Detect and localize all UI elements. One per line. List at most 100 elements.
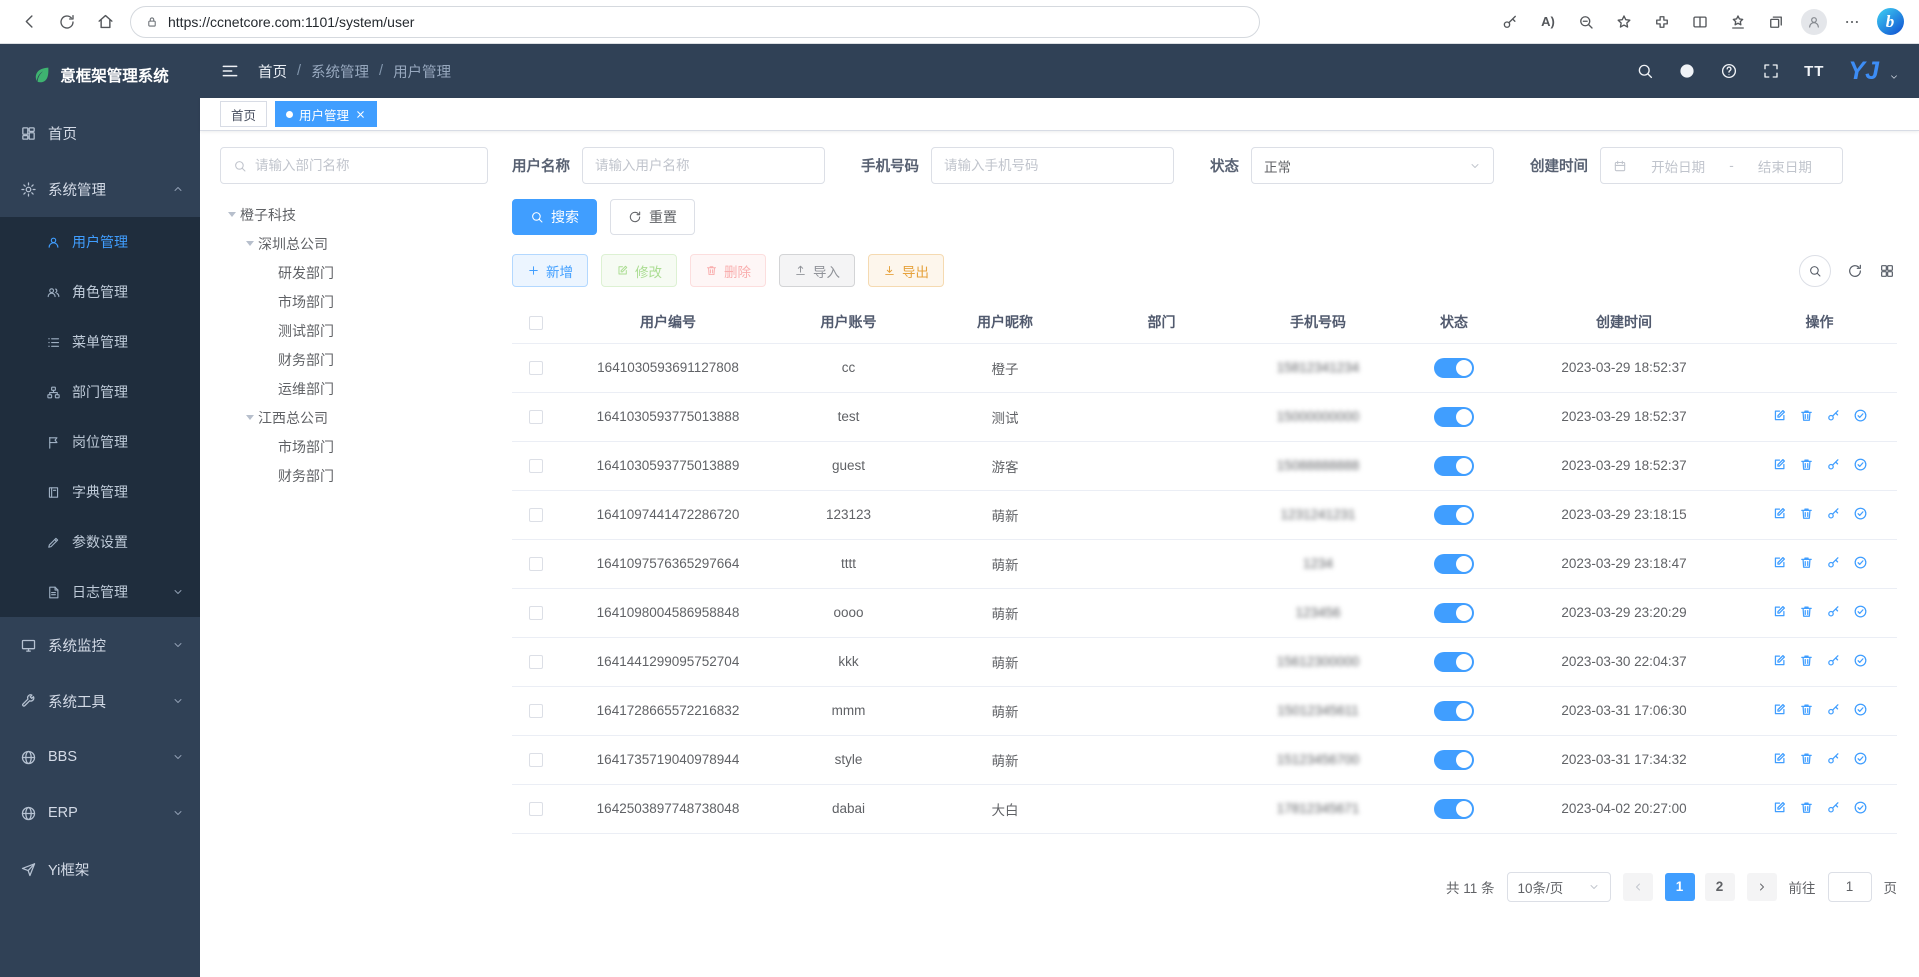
profile-avatar[interactable] xyxy=(1795,3,1833,41)
assign-role-icon[interactable] xyxy=(1853,457,1868,472)
export-button[interactable]: 导出 xyxy=(868,254,944,287)
tree-node[interactable]: 深圳总公司 xyxy=(220,229,488,258)
sidebar-item-post-management[interactable]: 岗位管理 xyxy=(0,417,200,467)
sidebar-toggle-icon[interactable] xyxy=(220,61,240,81)
user-avatar-logo[interactable]: YJ xyxy=(1848,59,1879,84)
row-checkbox[interactable] xyxy=(529,459,543,473)
app-logo[interactable]: 意框架管理系统 xyxy=(0,44,200,105)
edit-user-icon[interactable] xyxy=(1772,702,1787,717)
row-checkbox[interactable] xyxy=(529,753,543,767)
assign-role-icon[interactable] xyxy=(1853,702,1868,717)
username-input[interactable] xyxy=(595,158,812,173)
date-range-picker[interactable]: 开始日期 - 结束日期 xyxy=(1600,147,1843,184)
page-size-select[interactable]: 10条/页 xyxy=(1507,872,1611,902)
prev-page-button[interactable] xyxy=(1623,873,1653,901)
row-checkbox[interactable] xyxy=(529,410,543,424)
status-toggle[interactable] xyxy=(1434,701,1474,721)
browser-menu-icon[interactable] xyxy=(1833,3,1871,41)
sidebar-item-menu-management[interactable]: 菜单管理 xyxy=(0,317,200,367)
sidebar-item-yi-framework[interactable]: Yi框架 xyxy=(0,841,200,897)
close-tab-icon[interactable] xyxy=(355,109,366,120)
edit-user-icon[interactable] xyxy=(1772,457,1787,472)
dept-search-input[interactable] xyxy=(255,158,475,173)
select-all-checkbox[interactable] xyxy=(529,316,543,330)
edit-user-icon[interactable] xyxy=(1772,555,1787,570)
edit-user-icon[interactable] xyxy=(1772,800,1787,815)
sidebar-item-system-management[interactable]: 系统管理 xyxy=(0,161,200,217)
sidebar-item-dept-management[interactable]: 部门管理 xyxy=(0,367,200,417)
edit-user-icon[interactable] xyxy=(1772,604,1787,619)
assign-role-icon[interactable] xyxy=(1853,555,1868,570)
row-checkbox[interactable] xyxy=(529,361,543,375)
row-checkbox[interactable] xyxy=(529,606,543,620)
sidebar-item-erp[interactable]: ERP xyxy=(0,785,200,841)
delete-user-icon[interactable] xyxy=(1799,653,1814,668)
delete-user-icon[interactable] xyxy=(1799,408,1814,423)
add-button[interactable]: 新增 xyxy=(512,254,588,287)
reset-password-icon[interactable] xyxy=(1826,506,1841,521)
row-checkbox[interactable] xyxy=(529,557,543,571)
passwords-key-icon[interactable] xyxy=(1491,3,1529,41)
sidebar-item-home[interactable]: 首页 xyxy=(0,105,200,161)
tree-node[interactable]: 运维部门 xyxy=(220,374,488,403)
page-button-1[interactable]: 1 xyxy=(1665,873,1695,901)
zoom-out-icon[interactable] xyxy=(1567,3,1605,41)
tree-node[interactable]: 财务部门 xyxy=(220,345,488,374)
collections-icon[interactable] xyxy=(1757,3,1795,41)
delete-user-icon[interactable] xyxy=(1799,457,1814,472)
import-button[interactable]: 导入 xyxy=(779,254,855,287)
next-page-button[interactable] xyxy=(1747,873,1777,901)
edit-user-icon[interactable] xyxy=(1772,653,1787,668)
status-toggle[interactable] xyxy=(1434,799,1474,819)
fullscreen-icon[interactable] xyxy=(1762,62,1780,80)
status-toggle[interactable] xyxy=(1434,652,1474,672)
toggle-search-button[interactable] xyxy=(1799,255,1831,287)
tree-node[interactable]: 测试部门 xyxy=(220,316,488,345)
read-aloud-icon[interactable]: A) xyxy=(1529,3,1567,41)
edit-user-icon[interactable] xyxy=(1772,506,1787,521)
row-checkbox[interactable] xyxy=(529,802,543,816)
address-bar[interactable]: https://ccnetcore.com:1101/system/user xyxy=(130,6,1260,38)
font-size-icon[interactable]: TT xyxy=(1804,63,1824,80)
assign-role-icon[interactable] xyxy=(1853,653,1868,668)
assign-role-icon[interactable] xyxy=(1853,751,1868,766)
tree-node[interactable]: 市场部门 xyxy=(220,432,488,461)
sidebar-item-bbs[interactable]: BBS xyxy=(0,729,200,785)
breadcrumb-home[interactable]: 首页 xyxy=(258,61,287,82)
split-screen-icon[interactable] xyxy=(1681,3,1719,41)
delete-user-icon[interactable] xyxy=(1799,800,1814,815)
home-button[interactable] xyxy=(86,3,124,41)
sidebar-item-param-settings[interactable]: 参数设置 xyxy=(0,517,200,567)
reset-password-icon[interactable] xyxy=(1826,408,1841,423)
reset-password-icon[interactable] xyxy=(1826,702,1841,717)
edit-user-icon[interactable] xyxy=(1772,408,1787,423)
reset-password-icon[interactable] xyxy=(1826,653,1841,668)
row-checkbox[interactable] xyxy=(529,655,543,669)
sidebar-item-dict-management[interactable]: 字典管理 xyxy=(0,467,200,517)
sidebar-item-log-management[interactable]: 日志管理 xyxy=(0,567,200,617)
favorites-bar-icon[interactable] xyxy=(1719,3,1757,41)
reset-password-icon[interactable] xyxy=(1826,604,1841,619)
edit-button[interactable]: 修改 xyxy=(601,254,677,287)
github-icon[interactable] xyxy=(1678,62,1696,80)
status-toggle[interactable] xyxy=(1434,358,1474,378)
tree-node[interactable]: 研发部门 xyxy=(220,258,488,287)
tree-node[interactable]: 财务部门 xyxy=(220,461,488,490)
status-toggle[interactable] xyxy=(1434,554,1474,574)
delete-user-icon[interactable] xyxy=(1799,555,1814,570)
reset-password-icon[interactable] xyxy=(1826,555,1841,570)
page-button-2[interactable]: 2 xyxy=(1705,873,1735,901)
tree-node[interactable]: 江西总公司 xyxy=(220,403,488,432)
delete-user-icon[interactable] xyxy=(1799,604,1814,619)
search-button[interactable]: 搜索 xyxy=(512,199,597,235)
edit-user-icon[interactable] xyxy=(1772,751,1787,766)
assign-role-icon[interactable] xyxy=(1853,506,1868,521)
reset-password-icon[interactable] xyxy=(1826,800,1841,815)
reset-button[interactable]: 重置 xyxy=(610,199,695,235)
sidebar-item-system-monitor[interactable]: 系统监控 xyxy=(0,617,200,673)
reset-password-icon[interactable] xyxy=(1826,751,1841,766)
assign-role-icon[interactable] xyxy=(1853,604,1868,619)
refresh-button[interactable] xyxy=(48,3,86,41)
help-icon[interactable] xyxy=(1720,62,1738,80)
goto-page-input[interactable] xyxy=(1828,872,1872,902)
